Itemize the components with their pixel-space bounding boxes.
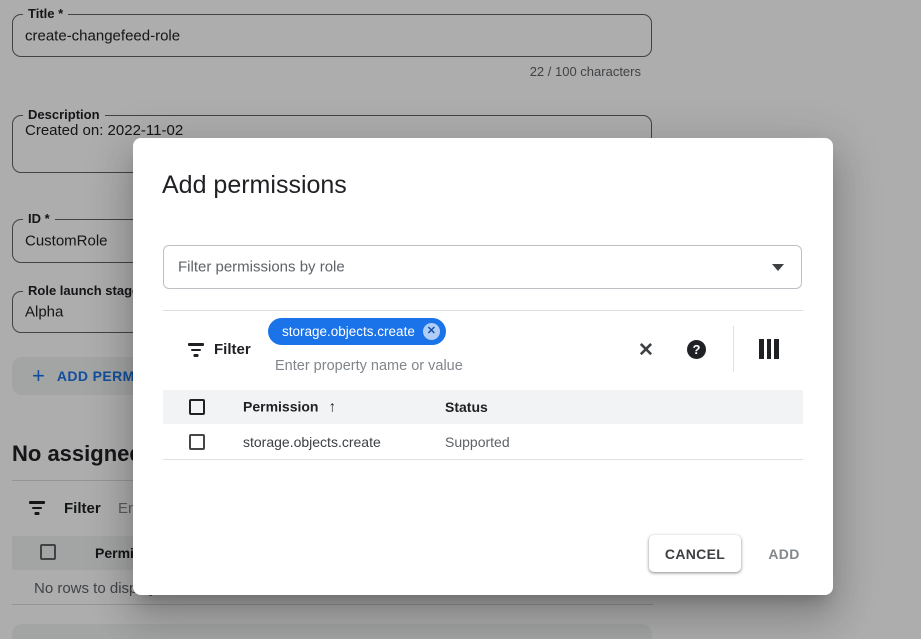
divider	[163, 310, 803, 311]
row-permission-value: storage.objects.create	[243, 434, 381, 450]
modal-column-permission[interactable]: Permission↑	[243, 399, 336, 416]
row-checkbox[interactable]	[189, 434, 205, 450]
row-status-value: Supported	[445, 434, 510, 450]
add-button[interactable]: ADD	[757, 535, 811, 572]
filter-permissions-by-role-select[interactable]: Filter permissions by role	[163, 245, 802, 289]
add-permissions-dialog: Add permissions Filter permissions by ro…	[133, 138, 833, 595]
chip-remove-icon[interactable]: ✕	[423, 323, 440, 340]
cancel-button[interactable]: CANCEL	[649, 535, 741, 572]
modal-filter-input[interactable]: Enter property name or value	[275, 358, 463, 374]
filter-icon	[187, 343, 205, 357]
permission-table-row[interactable]: storage.objects.create Supported	[163, 424, 803, 460]
chevron-down-icon	[772, 264, 784, 271]
help-icon[interactable]: ?	[687, 340, 706, 359]
filter-chip[interactable]: storage.objects.create ✕	[268, 318, 446, 345]
dialog-title: Add permissions	[162, 171, 347, 200]
modal-column-status[interactable]: Status	[445, 399, 488, 415]
toolbar-divider	[733, 326, 734, 372]
filter-chip-label: storage.objects.create	[282, 324, 415, 339]
modal-filter-label: Filter	[214, 341, 251, 358]
modal-table-header-row: Permission↑ Status	[163, 390, 803, 424]
modal-select-all-checkbox[interactable]	[189, 399, 205, 415]
sort-ascending-icon: ↑	[328, 399, 336, 416]
columns-icon[interactable]	[759, 339, 779, 359]
clear-filter-icon[interactable]: ✕	[638, 339, 654, 362]
role-select-placeholder: Filter permissions by role	[178, 259, 345, 276]
